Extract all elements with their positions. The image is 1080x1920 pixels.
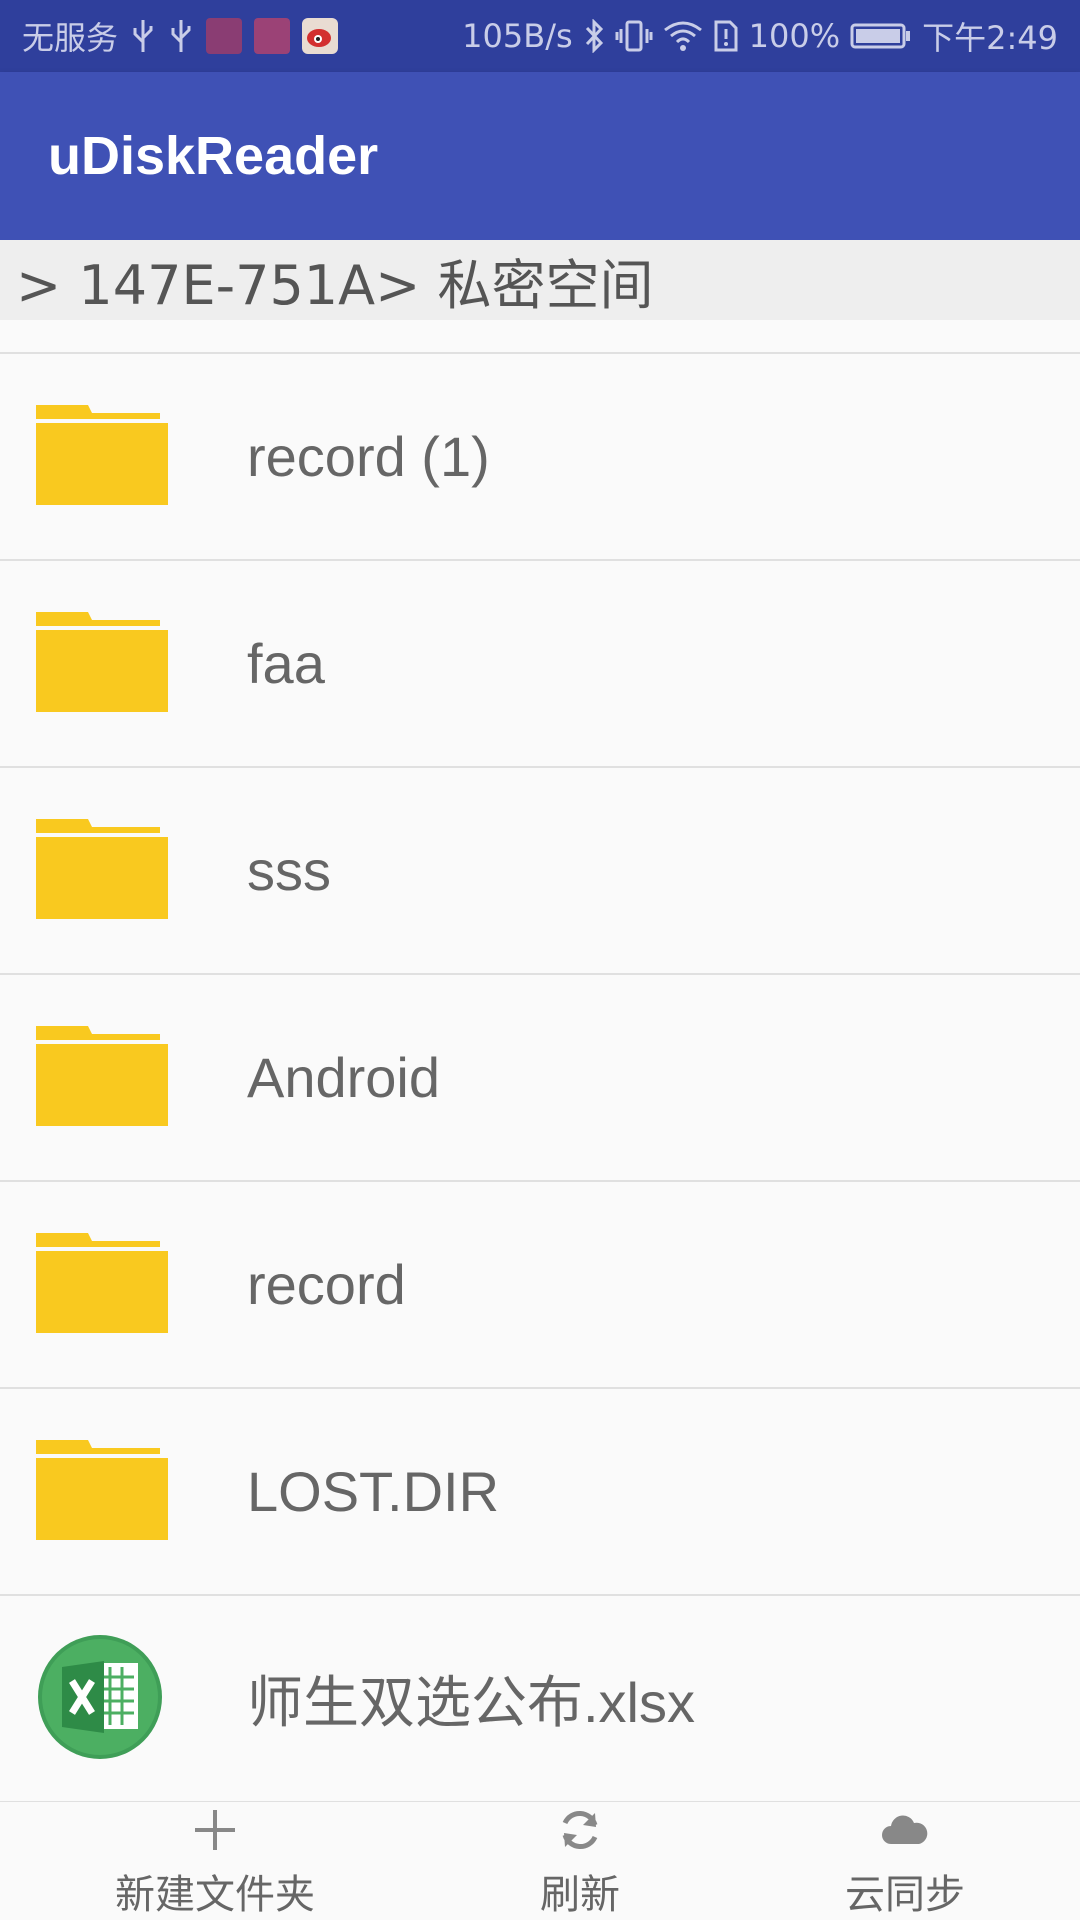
file-name: LOST.DIR	[247, 1460, 500, 1523]
carrier-text: 无服务	[22, 19, 119, 57]
weibo-icon	[302, 18, 339, 54]
folder-icon	[36, 1025, 168, 1130]
battery-icon	[850, 16, 912, 56]
clock-text: 下午2:49	[922, 19, 1058, 57]
net-speed-text: 105B/s	[462, 17, 573, 55]
refresh-label: 刷新	[540, 1872, 620, 1918]
vibrate-icon	[615, 16, 653, 56]
wifi-icon	[663, 16, 703, 56]
new-folder-label: 新建文件夹	[115, 1872, 315, 1918]
list-item[interactable]: LOST.DIR	[0, 1389, 1080, 1596]
usb-icon	[168, 16, 194, 56]
folder-icon	[36, 1439, 168, 1544]
file-name: Android	[247, 1046, 441, 1109]
sim-icon	[713, 16, 739, 56]
folder-icon	[36, 611, 168, 716]
folder-icon	[36, 404, 168, 509]
file-name: record	[247, 1253, 406, 1316]
new-folder-button[interactable]: 新建文件夹	[80, 1802, 350, 1920]
file-name: faa	[247, 632, 325, 695]
refresh-icon	[557, 1802, 603, 1858]
battery-percent-text: 100%	[748, 17, 841, 55]
refresh-button[interactable]: 刷新	[480, 1802, 680, 1920]
folder-icon	[36, 1232, 168, 1337]
status-bar: 无服务 105B/s 100% 下午2:49	[0, 0, 1080, 72]
plus-icon	[192, 1802, 238, 1858]
excel-icon	[36, 1633, 164, 1765]
folder-icon	[36, 818, 168, 923]
cloud-sync-label: 云同步	[845, 1872, 965, 1918]
app-title: uDiskReader	[48, 126, 379, 186]
cloud-icon	[881, 1802, 929, 1858]
file-name: 师生双选公布.xlsx	[247, 1671, 695, 1734]
usb-icon	[130, 16, 156, 56]
status-bar-right: 105B/s 100% 下午2:49	[462, 13, 1058, 59]
file-list: record (1) faa sss Android record LOST.D…	[0, 352, 1080, 1803]
huawei-app-icon	[206, 18, 243, 54]
list-item[interactable]: record	[0, 1182, 1080, 1389]
bottom-toolbar: 新建文件夹 刷新 云同步	[0, 1802, 1080, 1920]
file-name: record (1)	[247, 425, 490, 488]
list-item[interactable]: sss	[0, 768, 1080, 975]
status-bar-left: 无服务	[22, 13, 339, 59]
cloud-sync-button[interactable]: 云同步	[800, 1802, 1010, 1920]
bluetooth-icon	[583, 16, 605, 56]
breadcrumb[interactable]: > 147E-751A> 私密空间	[0, 240, 1080, 320]
app-bar: uDiskReader	[0, 72, 1080, 240]
file-name: sss	[247, 839, 331, 902]
breadcrumb-path[interactable]: > 147E-751A> 私密空间	[16, 241, 654, 320]
list-item[interactable]: Android	[0, 975, 1080, 1182]
huawei-app-icon	[254, 18, 291, 54]
list-item[interactable]: record (1)	[0, 354, 1080, 561]
list-item[interactable]: faa	[0, 561, 1080, 768]
list-item[interactable]: 师生双选公布.xlsx	[0, 1596, 1080, 1803]
